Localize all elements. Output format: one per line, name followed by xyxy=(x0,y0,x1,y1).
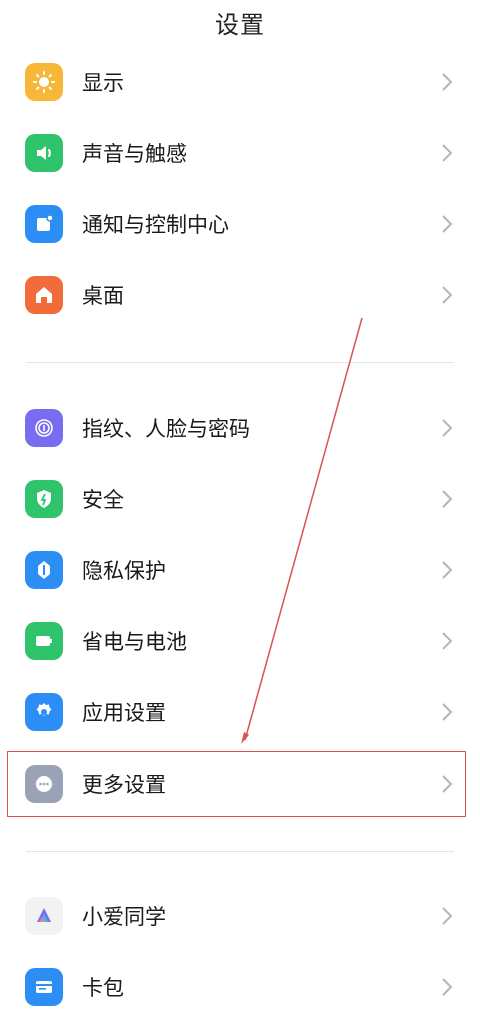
settings-item-label: 应用设置 xyxy=(82,701,166,725)
section-divider xyxy=(26,362,454,363)
fingerprint-icon xyxy=(25,409,63,447)
wallet-icon xyxy=(25,968,63,1006)
chevron-right-icon xyxy=(442,215,453,233)
settings-item-fingerprint[interactable]: 指纹、人脸与密码 xyxy=(0,393,480,463)
notification-icon xyxy=(25,205,63,243)
chevron-right-icon xyxy=(442,144,453,162)
chevron-right-icon xyxy=(442,73,453,91)
settings-item-app-settings[interactable]: 应用设置 xyxy=(0,677,480,747)
settings-item-privacy[interactable]: 隐私保护 xyxy=(0,535,480,605)
chevron-right-icon xyxy=(442,703,453,721)
settings-item-label: 桌面 xyxy=(82,284,124,308)
settings-item-sound[interactable]: 声音与触感 xyxy=(0,118,480,188)
settings-item-label: 安全 xyxy=(82,488,124,512)
page-title: 设置 xyxy=(215,10,265,39)
settings-item-display[interactable]: 显示 xyxy=(0,47,480,117)
brightness-icon xyxy=(25,63,63,101)
settings-item-notifications[interactable]: 通知与控制中心 xyxy=(0,189,480,259)
settings-item-wallet[interactable]: 卡包 xyxy=(0,952,480,1022)
section-divider xyxy=(26,851,454,852)
xiaoai-icon xyxy=(25,897,63,935)
settings-item-label: 通知与控制中心 xyxy=(82,213,229,237)
privacy-icon xyxy=(25,551,63,589)
settings-item-label: 隐私保护 xyxy=(82,559,166,583)
chevron-right-icon xyxy=(442,561,453,579)
gear-icon xyxy=(25,693,63,731)
shield-icon xyxy=(25,480,63,518)
settings-item-battery[interactable]: 省电与电池 xyxy=(0,606,480,676)
settings-item-label: 指纹、人脸与密码 xyxy=(82,417,250,441)
settings-item-label: 卡包 xyxy=(82,976,124,1000)
battery-icon xyxy=(25,622,63,660)
chevron-right-icon xyxy=(442,978,453,996)
settings-item-desktop[interactable]: 桌面 xyxy=(0,260,480,330)
home-icon xyxy=(25,276,63,314)
settings-item-xiaoai[interactable]: 小爱同学 xyxy=(0,881,480,951)
settings-item-security[interactable]: 安全 xyxy=(0,464,480,534)
settings-item-label: 显示 xyxy=(82,71,124,95)
chevron-right-icon xyxy=(442,907,453,925)
chevron-right-icon xyxy=(442,490,453,508)
highlight-box xyxy=(7,751,466,817)
chevron-right-icon xyxy=(442,632,453,650)
chevron-right-icon xyxy=(442,419,453,437)
settings-item-label: 声音与触感 xyxy=(82,142,187,166)
speaker-icon xyxy=(25,134,63,172)
chevron-right-icon xyxy=(442,286,453,304)
settings-item-label: 小爱同学 xyxy=(82,905,166,929)
settings-item-label: 省电与电池 xyxy=(82,630,187,654)
